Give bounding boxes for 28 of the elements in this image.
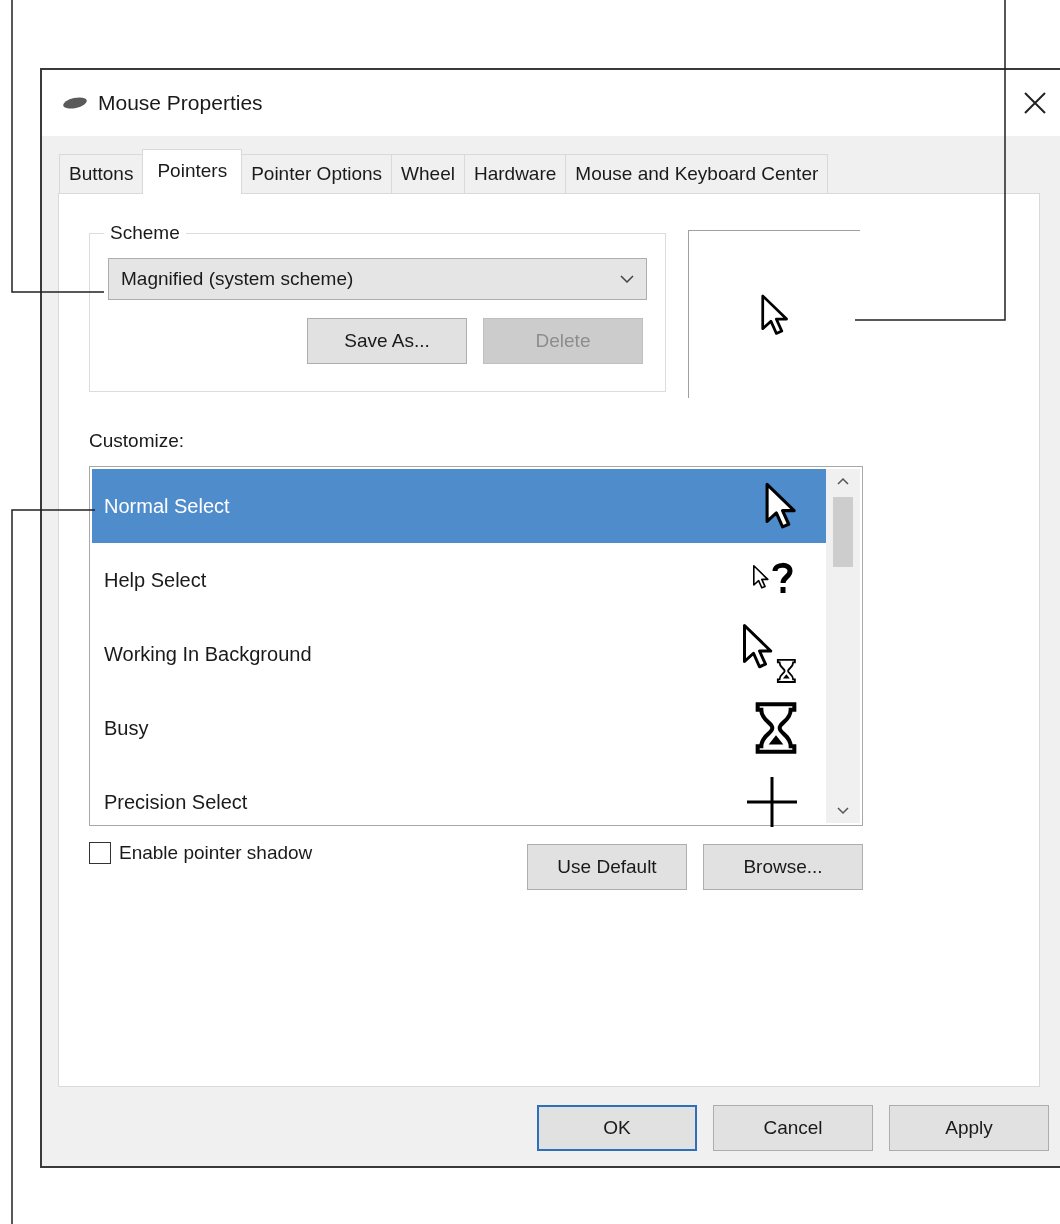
scheme-dropdown[interactable]: Magnified (system scheme) [108,258,647,300]
list-item[interactable]: Precision Select [92,765,826,839]
button[interactable]: Apply [889,1105,1049,1151]
tab[interactable]: Pointers [142,149,243,194]
pointer-hourglass-icon [742,623,798,685]
checkbox-label: Enable pointer shadow [119,842,313,864]
list-item[interactable]: Busy [92,691,826,765]
list-item[interactable]: Normal Select [92,469,826,543]
close-icon[interactable] [1022,90,1048,116]
button[interactable]: Save As... [307,318,467,364]
hourglass-icon [754,699,798,757]
button[interactable]: Cancel [713,1105,873,1151]
scrollbar-thumb[interactable] [833,497,853,567]
window-title: Mouse Properties [98,91,263,115]
group-label: Scheme [109,222,181,244]
customize-label: Customize: [89,430,186,452]
chevron-down-icon [620,275,634,283]
button[interactable]: OK [537,1105,697,1151]
crosshair-icon [746,776,798,828]
list-item[interactable]: Working In Background [92,617,826,691]
button[interactable]: Browse... [703,844,863,890]
checkbox[interactable] [89,842,111,864]
list-item[interactable]: Help Select [92,543,826,617]
button[interactable]: Use Default [527,844,687,890]
tab[interactable]: Mouse and Keyboard Center [565,154,829,193]
tab[interactable]: Buttons [59,154,144,193]
pointer-arrow-icon [759,292,790,337]
mouse-icon [62,96,88,110]
